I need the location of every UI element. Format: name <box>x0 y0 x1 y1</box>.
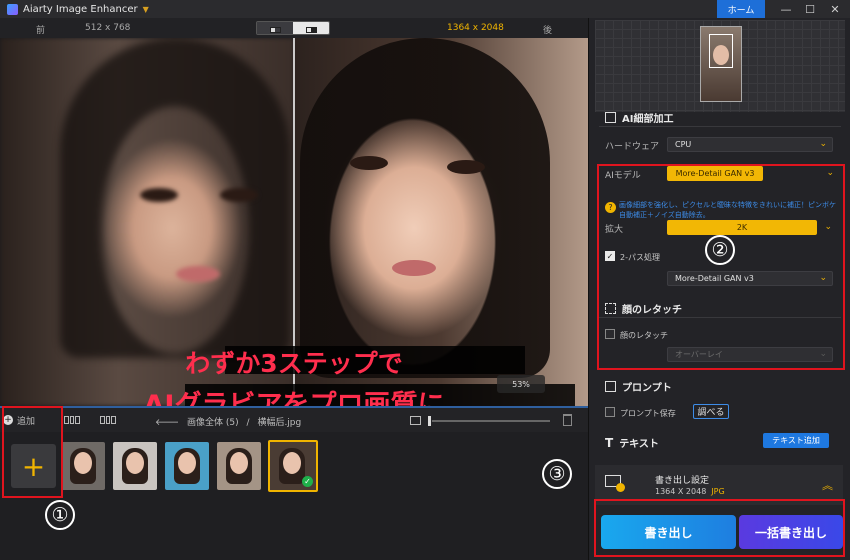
app-window: Aiarty Image Enhancer ▼ ホーム — ☐ ✕ 前 512 … <box>0 0 850 560</box>
filmstrip-toolbar: + 追加 🡐 画像全体 (5) / 横幅后.jpg <box>0 406 588 432</box>
after-size: 1364 x 2048 <box>447 23 504 33</box>
before-right-eye <box>220 188 258 202</box>
filmstrip: + ✓ <box>0 432 588 560</box>
navigator-preview[interactable] <box>595 20 845 112</box>
title-bar: Aiarty Image Enhancer ▼ ホーム — ☐ ✕ <box>0 0 850 18</box>
ai-enhance-icon <box>605 112 616 123</box>
breadcrumb-file: 横幅后.jpg <box>257 418 302 428</box>
split-view-button[interactable] <box>257 22 293 34</box>
app-logo-icon <box>7 3 18 15</box>
hardware-select[interactable]: CPU ⌄ <box>667 137 833 152</box>
close-button[interactable]: ✕ <box>823 0 847 18</box>
thumbnail[interactable] <box>217 442 261 490</box>
chevron-up-icon[interactable]: ︽ <box>822 477 833 493</box>
step-2-marker: ② <box>705 235 735 265</box>
before-lips <box>176 266 220 282</box>
hardware-label: ハードウェア <box>605 142 660 152</box>
navigator-viewport-frame[interactable] <box>709 34 733 68</box>
thumb-face <box>230 452 248 474</box>
step-1-highlight <box>2 406 63 498</box>
prompt-icon <box>605 381 616 392</box>
thumb-face <box>126 452 144 474</box>
export-format: JPG <box>711 487 725 496</box>
thumb-face <box>283 452 301 474</box>
prompt-section-label: プロンプト <box>622 383 672 394</box>
text-icon: T <box>605 435 614 450</box>
thumbnail-selected[interactable]: ✓ <box>268 440 318 492</box>
add-text-button[interactable]: テキスト追加 <box>763 433 829 448</box>
breadcrumb: 🡐 画像全体 (5) / 横幅后.jpg <box>155 415 301 428</box>
step-3-marker: ③ <box>542 459 572 489</box>
maximize-button[interactable]: ☐ <box>798 0 822 18</box>
export-size: 1364 X 2048 <box>655 487 707 496</box>
after-label: 後 <box>543 26 553 36</box>
grid-view-icon[interactable] <box>64 416 81 424</box>
chevron-down-icon: ⌄ <box>819 139 827 149</box>
selected-check-icon: ✓ <box>302 476 313 487</box>
after-image-hair <box>300 38 550 378</box>
thumb-face <box>178 452 196 474</box>
breadcrumb-root[interactable]: 画像全体 (5) <box>187 418 239 428</box>
home-button[interactable]: ホーム <box>717 0 765 18</box>
before-size: 512 x 768 <box>85 23 131 33</box>
prompt-save-label: プロンプト保存 <box>620 409 676 418</box>
breadcrumb-separator: / <box>246 418 250 428</box>
after-lips <box>392 260 436 276</box>
thumbnail-size-slider[interactable] <box>432 420 550 422</box>
before-left-eye <box>140 188 178 202</box>
text-section-title: T テキスト <box>605 435 659 451</box>
side-by-side-view-button[interactable] <box>293 22 329 34</box>
app-menu-chevron-icon[interactable]: ▼ <box>143 5 149 14</box>
text-section-label: テキスト <box>619 439 659 450</box>
ai-detail-section-title: AI細部加工 <box>605 110 673 125</box>
divider <box>599 126 841 127</box>
ai-detail-title: AI細部加工 <box>622 114 674 125</box>
step-3-highlight <box>594 499 845 557</box>
image-size-icon <box>410 416 421 425</box>
step-2-highlight <box>597 164 845 370</box>
compare-header: 前 512 x 768 1364 x 2048 後 <box>0 18 588 38</box>
export-spec: 1364 X 2048 JPG <box>655 487 725 496</box>
gear-icon <box>616 483 625 492</box>
thumbnail[interactable] <box>61 442 105 490</box>
side-by-side-icon <box>305 27 317 33</box>
trash-icon[interactable] <box>563 414 572 426</box>
step-1-marker: ① <box>45 500 75 530</box>
zoom-level[interactable]: 53% <box>497 375 545 393</box>
thumbnail[interactable] <box>165 442 209 490</box>
list-view-icon[interactable] <box>100 416 117 424</box>
split-view-icon <box>269 27 281 33</box>
slider-thumb[interactable] <box>428 416 431 426</box>
view-mode-toggle[interactable] <box>256 21 330 35</box>
browse-button[interactable]: 調べる <box>693 404 729 419</box>
after-right-eye <box>447 160 485 174</box>
before-label: 前 <box>36 26 46 36</box>
prompt-section-title: プロンプト <box>605 379 672 394</box>
minimize-button[interactable]: — <box>774 0 798 18</box>
after-left-eye <box>350 156 388 170</box>
back-arrow-icon[interactable]: 🡐 <box>155 418 179 428</box>
image-preview[interactable]: わずか3ステップで AIグラビアをプロ画質に 53% <box>0 38 588 406</box>
thumbnail[interactable] <box>113 442 157 490</box>
app-title: Aiarty Image Enhancer <box>23 3 138 15</box>
hardware-value: CPU <box>675 140 692 149</box>
export-settings-title: 書き出し設定 <box>655 476 710 486</box>
prompt-save-checkbox[interactable] <box>605 407 615 417</box>
thumb-face <box>74 452 92 474</box>
